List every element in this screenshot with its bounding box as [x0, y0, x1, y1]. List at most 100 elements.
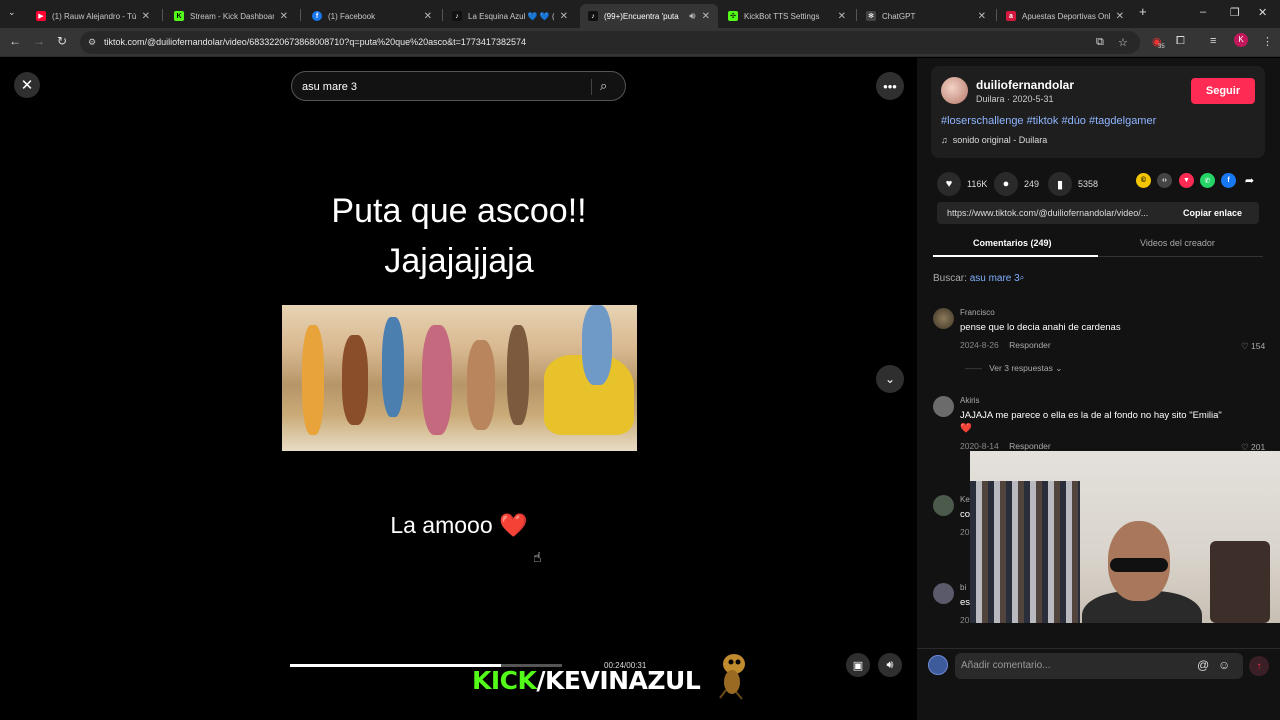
next-video-button[interactable]: ⌄	[876, 365, 904, 393]
close-tab-icon[interactable]: ✕	[838, 11, 846, 22]
copy-link-button[interactable]: Copiar enlace	[1183, 208, 1242, 218]
install-app-icon[interactable]: ⧉	[1096, 36, 1104, 49]
search-hint-term[interactable]: asu mare 3	[970, 273, 1020, 284]
tab-apuestas[interactable]: a Apuestas Deportivas Onl ✕	[998, 4, 1132, 28]
search-bar[interactable]: asu mare 3 ⌕	[291, 71, 626, 101]
commenter-name[interactable]: Francisco	[960, 308, 995, 317]
volume-icon: 🔊︎	[886, 658, 894, 671]
commenter-name[interactable]: bi	[960, 583, 966, 592]
close-tab-icon[interactable]: ✕	[978, 11, 986, 22]
volume-button[interactable]: 🔊︎	[878, 653, 902, 677]
coin-icon[interactable]: ©	[1136, 173, 1151, 188]
tab-separator	[442, 9, 443, 21]
reload-icon[interactable]: ↻	[57, 34, 67, 48]
close-tab-icon[interactable]: ✕	[280, 11, 288, 22]
close-tab-icon[interactable]: ✕	[1116, 11, 1124, 22]
address-url[interactable]: tiktok.com/@duiliofernandolar/video/6833…	[104, 37, 526, 47]
profile-avatar[interactable]: K	[1234, 33, 1248, 47]
share-arrow-icon[interactable]: ➦	[1242, 173, 1257, 188]
post-comment-button[interactable]: ↑	[1249, 656, 1269, 676]
search-icon[interactable]: ⌕	[600, 78, 607, 94]
reading-list-icon[interactable]: ≡	[1210, 35, 1216, 47]
comment-meta: 2024-8-26 Responder	[960, 340, 1051, 350]
tab-search-chevron-icon[interactable]: ⌄	[8, 7, 16, 18]
extension-badge: 35	[1158, 44, 1165, 50]
comment-text: JAJAJA me parece o ella es la de al fond…	[960, 410, 1222, 434]
tab-label: ChatGPT	[882, 11, 916, 21]
post-sound[interactable]: ♫ sonido original - Duilara	[941, 135, 1047, 145]
stream-branding: KICK/KEVINAZUL	[472, 666, 701, 695]
kickbot-icon: ✣	[728, 11, 738, 21]
tab-la-esquina-azul[interactable]: ♪ La Esquina Azul 💙 💙 (@ ✕	[444, 4, 576, 28]
tab-chatgpt[interactable]: ✻ ChatGPT ✕	[858, 4, 994, 28]
commenter-avatar[interactable]	[933, 495, 954, 516]
forward-icon[interactable]: →	[33, 34, 45, 48]
caption-line-2: Jajajajjaja	[384, 242, 534, 280]
commenter-avatar[interactable]	[933, 396, 954, 417]
new-tab-icon[interactable]: +	[1139, 4, 1147, 19]
video-clip-image	[282, 305, 637, 451]
whatsapp-icon[interactable]: ✆	[1200, 173, 1215, 188]
speaker-icon[interactable]: 🔊︎	[689, 11, 695, 22]
minimize-icon[interactable]: –	[1200, 6, 1206, 18]
back-icon[interactable]: ←	[9, 34, 21, 48]
comment-input[interactable]: Añadir comentario... @ ☺	[955, 653, 1243, 679]
bookmark-star-icon[interactable]: ☆	[1118, 36, 1128, 49]
reply-button[interactable]: Responder	[1009, 340, 1051, 350]
comment-placeholder: Añadir comentario...	[961, 660, 1051, 671]
site-info-icon[interactable]: ⚙	[88, 37, 96, 48]
author-avatar[interactable]	[941, 77, 968, 104]
share-link-text[interactable]: https://www.tiktok.com/@duiliofernandola…	[947, 208, 1169, 218]
tab-kick-dashboard[interactable]: K Stream - Kick Dashboard ✕	[166, 4, 296, 28]
commenter-name[interactable]: Akiris	[960, 396, 980, 405]
view-replies-label: Ver 3 respuestas	[989, 363, 1053, 373]
search-icon: ⌕	[1019, 273, 1025, 282]
close-tab-icon[interactable]: ✕	[560, 11, 568, 22]
close-window-icon[interactable]: ✕	[1258, 6, 1267, 19]
search-input[interactable]: asu mare 3	[302, 81, 357, 93]
tab-youtube[interactable]: ▶ (1) Rauw Alejandro - Tú c ✕	[28, 4, 158, 28]
commenter-avatar[interactable]	[933, 583, 954, 604]
extensions-puzzle-icon[interactable]: ⧠	[1176, 35, 1185, 48]
tab-label: Apuestas Deportivas Onl	[1022, 11, 1110, 21]
tab-separator	[300, 9, 301, 21]
close-tab-icon[interactable]: ✕	[424, 11, 432, 22]
picture-in-picture-button[interactable]: ▣	[846, 653, 870, 677]
comment-date: 2020-8-14	[960, 441, 999, 451]
send-to-friends-icon[interactable]: ▼	[1179, 173, 1194, 188]
address-bar[interactable]: ⚙ tiktok.com/@duiliofernandolar/video/68…	[80, 31, 1140, 54]
post-hashtags[interactable]: #loserschallenge #tiktok #dúo #tagdelgam…	[941, 115, 1156, 127]
comment-like[interactable]: ♡ 154	[1241, 341, 1265, 352]
menu-kebab-icon[interactable]: ⋮	[1262, 35, 1273, 48]
person-figure	[422, 325, 452, 435]
restore-icon[interactable]: ❐	[1230, 6, 1240, 19]
reply-button[interactable]: Responder	[1009, 441, 1051, 451]
commenter-avatar[interactable]	[933, 308, 954, 329]
save-stat[interactable]: ▮ 5358	[1048, 172, 1098, 196]
tab-kickbot-tts[interactable]: ✣ KickBot TTS Settings ✕	[720, 4, 854, 28]
tiktok-icon: ♪	[452, 11, 462, 21]
commenter-name[interactable]: Ke	[960, 495, 970, 504]
follow-button[interactable]: Seguir	[1191, 78, 1255, 104]
view-replies-button[interactable]: —— Ver 3 respuestas ⌄	[965, 363, 1062, 374]
mention-icon[interactable]: @	[1197, 658, 1209, 672]
channel-name: /KEVINAZUL	[536, 666, 701, 695]
like-stat[interactable]: ♥ 116K	[937, 172, 987, 196]
tab-label: Stream - Kick Dashboard	[190, 11, 274, 21]
embed-code-icon[interactable]: ‹›	[1157, 173, 1172, 188]
facebook-share-icon[interactable]: f	[1221, 173, 1236, 188]
tab-facebook[interactable]: f (1) Facebook ✕	[304, 4, 440, 28]
close-tab-icon[interactable]: ✕	[702, 11, 710, 22]
emoji-icon[interactable]: ☺	[1218, 658, 1230, 672]
more-options-button[interactable]: •••	[876, 72, 904, 100]
tab-comments[interactable]: Comentarios (249)	[973, 238, 1052, 248]
author-username[interactable]: duiliofernandolar	[976, 78, 1074, 92]
close-video-button[interactable]: ✕	[14, 72, 40, 98]
tab-tiktok-active[interactable]: ♪ (99+)Encuentra 'puta 🔊︎ ✕	[580, 4, 718, 28]
youtube-icon: ▶	[36, 11, 46, 21]
tab-creator-videos[interactable]: Videos del creador	[1140, 238, 1215, 248]
video-player[interactable]: asu mare 3 ⌕ Puta que ascoo!! Jajajajjaj…	[280, 58, 646, 694]
sound-label: sonido original - Duilara	[952, 135, 1048, 145]
close-tab-icon[interactable]: ✕	[142, 11, 150, 22]
comment-stat[interactable]: ● 249	[994, 172, 1039, 196]
